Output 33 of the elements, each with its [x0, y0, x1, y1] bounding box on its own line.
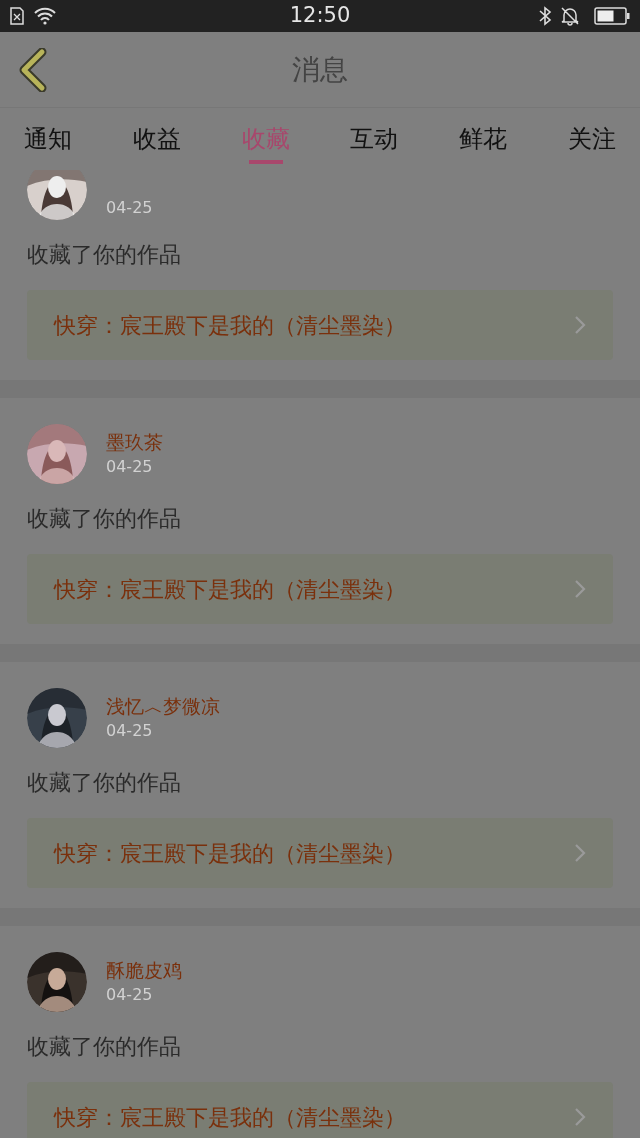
work-link[interactable]: 快穿：宸王殿下是我的（清尘墨染）	[27, 290, 613, 360]
tab[interactable]: 通知	[24, 108, 72, 170]
message-text: 收藏了你的作品	[27, 769, 182, 797]
message-date: 04-25	[106, 456, 154, 478]
bluetooth-icon	[538, 6, 552, 26]
message-text: 收藏了你的作品	[27, 1033, 182, 1061]
chevron-right-icon	[574, 843, 586, 863]
chevron-right-icon	[574, 579, 586, 599]
user-name[interactable]: 酥脆皮鸡	[106, 957, 182, 983]
chevron-right-icon	[574, 315, 586, 335]
work-link[interactable]: 快穿：宸王殿下是我的（清尘墨染）	[27, 554, 613, 624]
battery-icon	[594, 7, 630, 25]
tab[interactable]: 收藏	[241, 108, 290, 170]
message-date: 04-25	[106, 984, 154, 1006]
status-time: 12:50	[289, 2, 351, 30]
message-text: 收藏了你的作品	[27, 241, 182, 269]
work-link[interactable]: 快穿：宸王殿下是我的（清尘墨染）	[27, 1082, 613, 1138]
tab[interactable]: 互动	[350, 108, 399, 170]
sim-card-icon	[10, 7, 24, 25]
tab[interactable]: 关注	[568, 108, 616, 170]
message-date: 04-25	[106, 720, 154, 742]
tab[interactable]: 鲜花	[459, 108, 508, 170]
page-title: 消息	[292, 51, 348, 88]
back-icon[interactable]	[18, 47, 48, 92]
tab[interactable]: 收益	[132, 108, 181, 170]
bell-muted-icon	[560, 6, 580, 26]
user-name[interactable]: 墨玖茶	[106, 429, 163, 455]
user-name[interactable]: 浅忆︿梦微凉	[106, 693, 220, 719]
work-link[interactable]: 快穿：宸王殿下是我的（清尘墨染）	[27, 818, 613, 888]
chevron-right-icon	[574, 1107, 586, 1127]
message-date: 04-25	[106, 197, 153, 219]
wifi-icon	[34, 7, 56, 25]
message-text: 收藏了你的作品	[27, 505, 182, 533]
